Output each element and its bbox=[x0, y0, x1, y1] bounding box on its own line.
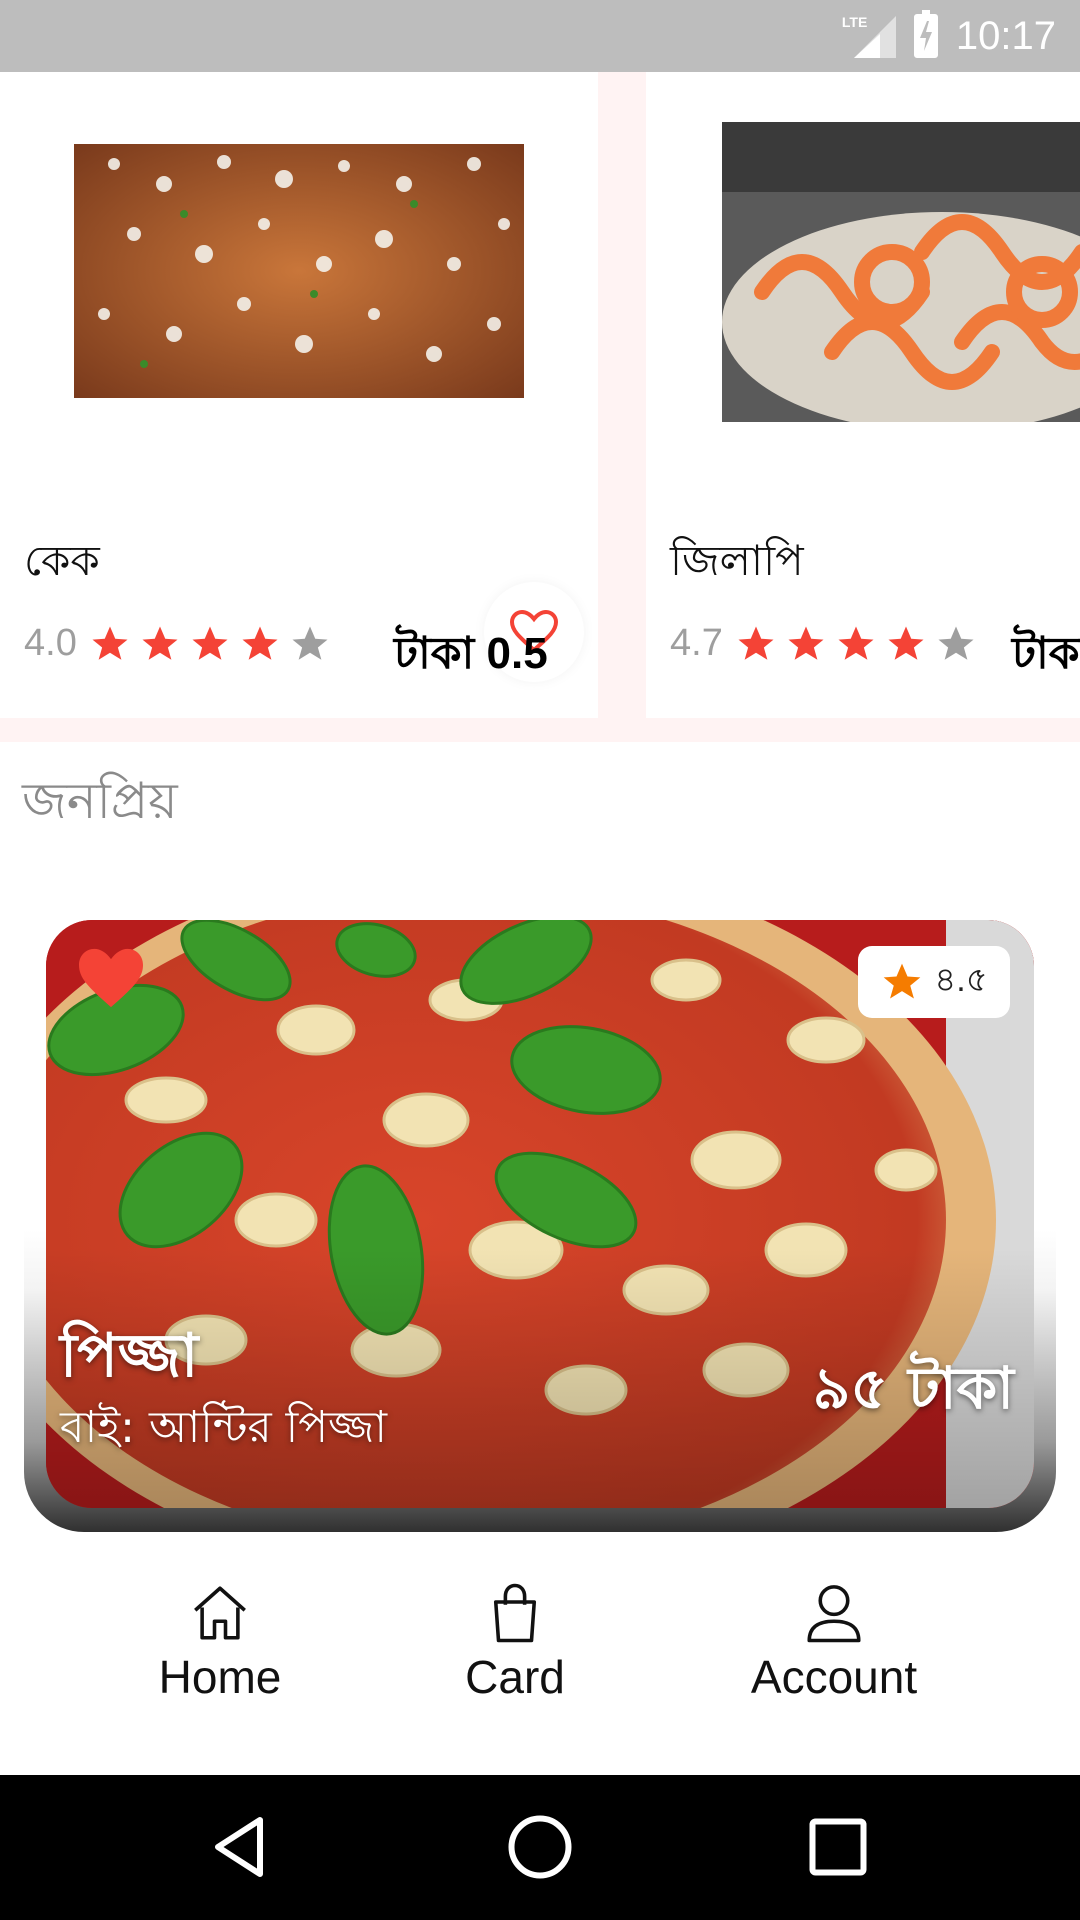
product-carousel[interactable]: কেক 4.0 টাকা 0.5 জিলাপি 4.7 টাকা bbox=[0, 72, 1080, 742]
rating-row: 4.7 bbox=[670, 622, 977, 665]
home-circle-icon[interactable] bbox=[504, 1811, 576, 1883]
product-image-cake bbox=[74, 144, 524, 398]
star-icon bbox=[142, 626, 178, 660]
bottom-navigation: Home Card Account bbox=[0, 1560, 1080, 1775]
rating-value: 4.7 bbox=[670, 622, 723, 664]
featured-price: ৯৫ টাকা bbox=[812, 1354, 1014, 1422]
star-icon bbox=[888, 626, 924, 660]
status-bar: LTE 10:17 bbox=[0, 0, 1080, 72]
lte-label: LTE bbox=[841, 14, 868, 30]
nav-card-label: Card bbox=[465, 1651, 565, 1703]
product-price: টাকা 0.5 bbox=[394, 629, 548, 678]
product-name: কেক bbox=[24, 536, 100, 585]
nav-home[interactable]: Home bbox=[100, 1580, 340, 1704]
star-icon bbox=[838, 626, 874, 660]
product-price: টাকা bbox=[1012, 629, 1080, 678]
rating-value: 4.0 bbox=[24, 622, 77, 664]
back-icon[interactable] bbox=[206, 1811, 278, 1883]
star-icon bbox=[883, 963, 921, 999]
rating-value: ৪.৫ bbox=[934, 960, 988, 999]
product-card[interactable]: জিলাপি 4.7 টাকা bbox=[646, 72, 1080, 718]
star-icon bbox=[738, 626, 774, 660]
section-title-popular: জনপ্রিয় bbox=[22, 772, 178, 830]
star-icon bbox=[92, 626, 128, 660]
shopping-bag-icon bbox=[493, 1583, 537, 1643]
recents-icon[interactable] bbox=[802, 1811, 874, 1883]
nav-account-label: Account bbox=[750, 1651, 918, 1703]
nav-card[interactable]: Card bbox=[395, 1580, 635, 1704]
star-icon bbox=[242, 626, 278, 660]
star-icon bbox=[192, 626, 228, 660]
account-icon bbox=[807, 1585, 861, 1643]
nav-home-label: Home bbox=[158, 1651, 282, 1703]
nav-account[interactable]: Account bbox=[714, 1580, 954, 1704]
status-time: 10:17 bbox=[955, 13, 1056, 58]
star-icon bbox=[788, 626, 824, 660]
star-empty-icon bbox=[938, 626, 974, 660]
status-icons: LTE 10:17 bbox=[840, 0, 1056, 72]
star-empty-icon bbox=[292, 626, 328, 660]
featured-subtitle: বাই: আন্টির পিজ্জা bbox=[60, 1402, 388, 1453]
lte-signal-icon: LTE bbox=[840, 14, 896, 58]
home-icon bbox=[194, 1586, 246, 1640]
heart-filled-icon[interactable] bbox=[76, 946, 146, 1010]
product-card[interactable]: কেক 4.0 টাকা 0.5 bbox=[0, 72, 598, 718]
battery-icon bbox=[913, 10, 938, 58]
product-image-jalebi bbox=[722, 122, 1080, 422]
rating-row: 4.0 bbox=[24, 622, 331, 665]
featured-card[interactable]: ৪.৫ পিজ্জা বাই: আন্টির পিজ্জা ৯৫ টাকা bbox=[46, 920, 1034, 1508]
system-navigation-bar bbox=[0, 1775, 1080, 1920]
product-name: জিলাপি bbox=[670, 536, 804, 585]
rating-badge: ৪.৫ bbox=[858, 946, 1010, 1018]
